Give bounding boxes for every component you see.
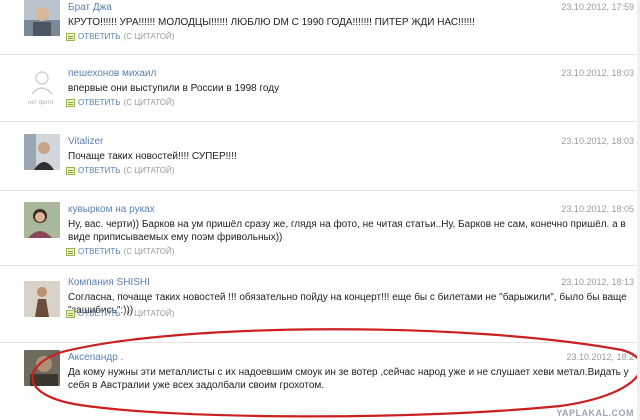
avatar-caption: нет фото (28, 100, 54, 106)
reply-icon (66, 166, 75, 175)
site-watermark: YAPLAKAL.COM (556, 408, 634, 418)
reply-with-quote-button[interactable]: (С ЦИТАТОЙ) (124, 247, 175, 256)
comment-text: впервые они выступили в России в 1998 го… (68, 83, 280, 94)
no-photo-icon (24, 66, 60, 102)
divider (0, 265, 640, 266)
comment-date: 23.10.2012, 18:13 (561, 277, 634, 287)
avatar[interactable] (24, 0, 60, 36)
comment: нет фото пешехонов михаил 23.10.2012, 18… (0, 62, 640, 118)
comment: Компания SHISHI 23.10.2012, 18:13 Соглас… (0, 273, 640, 335)
comment-actions: ОТВЕТИТЬ (С ЦИТАТОЙ) (66, 309, 174, 318)
user-photo-icon (24, 281, 60, 317)
avatar[interactable] (24, 66, 60, 102)
comment-author[interactable]: Компания SHISHI (68, 277, 150, 288)
comment-author[interactable]: Аксеnандр . (68, 352, 123, 363)
reply-with-quote-button[interactable]: (С ЦИТАТОЙ) (124, 309, 175, 318)
reply-button[interactable]: ОТВЕТИТЬ (78, 309, 121, 318)
comment-date: 23.10.2012, 18:03 (561, 68, 634, 78)
comment-actions: ОТВЕТИТЬ (С ЦИТАТОЙ) (66, 166, 174, 175)
comment-author[interactable]: Брат Джа (68, 2, 112, 13)
comment: кувырком на руках 23.10.2012, 18:05 Ну, … (0, 198, 640, 262)
reply-icon (66, 32, 75, 41)
avatar[interactable] (24, 134, 60, 170)
reply-icon (66, 309, 75, 318)
comment: Vitalizer 23.10.2012, 18:03 Почаще таких… (0, 130, 640, 186)
divider (0, 54, 640, 55)
comment-thread: Брат Джа 23.10.2012, 17:59 КРУТО!!!!!! У… (0, 0, 640, 420)
comment-author[interactable]: кувырком на руках (68, 204, 155, 215)
divider (0, 121, 640, 122)
user-photo-icon (24, 0, 60, 36)
comment-author[interactable]: пешехонов михаил (68, 68, 156, 79)
avatar[interactable] (24, 350, 60, 386)
divider (0, 190, 640, 191)
comment-actions: ОТВЕТИТЬ (С ЦИТАТОЙ) (66, 247, 174, 256)
comment-text: Почаще таких новостей!!!! СУПЕР!!!! (68, 151, 237, 162)
reply-with-quote-button[interactable]: (С ЦИТАТОЙ) (124, 166, 175, 175)
comment: Брат Джа 23.10.2012, 17:59 КРУТО!!!!!! У… (0, 0, 640, 48)
comment-date: 23.10.2012, 18:03 (561, 136, 634, 146)
comment-author[interactable]: Vitalizer (68, 136, 103, 147)
reply-button[interactable]: ОТВЕТИТЬ (78, 32, 121, 41)
reply-button[interactable]: ОТВЕТИТЬ (78, 166, 121, 175)
comment-text: Да кому нужны эти металлисты с их надоев… (68, 367, 629, 391)
reply-with-quote-button[interactable]: (С ЦИТАТОЙ) (124, 98, 175, 107)
reply-with-quote-button[interactable]: (С ЦИТАТОЙ) (124, 32, 175, 41)
comment-date: 23.10.2012, 18:2 (566, 352, 634, 362)
user-photo-icon (24, 350, 60, 386)
comment-text: КРУТО!!!!!! УРА!!!!!! МОЛОДЦЫ!!!!!! ЛЮБЛ… (68, 17, 475, 28)
reply-button[interactable]: ОТВЕТИТЬ (78, 98, 121, 107)
comment-date: 23.10.2012, 18:05 (561, 204, 634, 214)
reply-button[interactable]: ОТВЕТИТЬ (78, 247, 121, 256)
user-photo-icon (24, 202, 60, 238)
comment-actions: ОТВЕТИТЬ (С ЦИТАТОЙ) (66, 32, 174, 41)
divider (0, 342, 640, 343)
avatar[interactable] (24, 281, 60, 317)
avatar[interactable] (24, 202, 60, 238)
reply-icon (66, 247, 75, 256)
comment-date: 23.10.2012, 17:59 (561, 2, 634, 12)
comment-text: Ну, вас. черти)) Барков на ум пришёл сра… (68, 219, 626, 243)
comment-actions: ОТВЕТИТЬ (С ЦИТАТОЙ) (66, 98, 174, 107)
reply-icon (66, 98, 75, 107)
comment: Аксеnандр . 23.10.2012, 18:2 Да кому нуж… (0, 348, 640, 420)
user-photo-icon (24, 134, 60, 170)
